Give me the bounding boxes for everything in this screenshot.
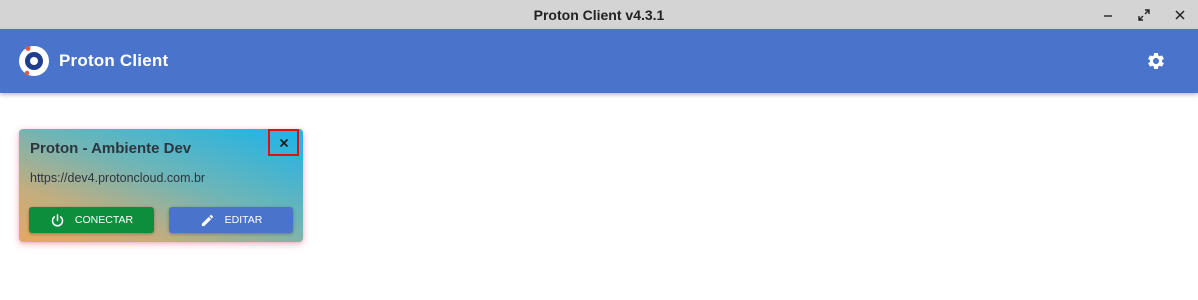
close-icon xyxy=(279,138,288,147)
edit-button-label: EDITAR xyxy=(224,214,263,226)
app-header: Proton Client xyxy=(0,29,1198,93)
window-titlebar: Proton Client v4.3.1 xyxy=(0,0,1198,29)
window-title: Proton Client v4.3.1 xyxy=(533,6,665,23)
window-controls xyxy=(1090,0,1198,29)
settings-button[interactable] xyxy=(1142,47,1170,75)
edit-button[interactable]: EDITAR xyxy=(169,207,293,233)
maximize-icon xyxy=(1138,8,1150,21)
maximize-button[interactable] xyxy=(1126,0,1162,29)
connection-title: Proton - Ambiente Dev xyxy=(30,140,192,157)
minimize-button[interactable] xyxy=(1090,0,1126,29)
connect-button[interactable]: CONECTAR xyxy=(29,207,154,233)
app-title: Proton Client xyxy=(59,51,169,70)
gear-icon xyxy=(1148,52,1164,69)
close-icon xyxy=(1175,9,1185,20)
connection-url: https://dev4.protoncloud.com.br xyxy=(30,171,206,185)
connection-card: Proton - Ambiente Dev https://dev4.proto… xyxy=(19,129,303,242)
pencil-icon xyxy=(200,213,215,228)
proton-logo-icon xyxy=(19,46,49,76)
power-icon xyxy=(50,213,65,228)
minimize-icon xyxy=(1104,14,1112,17)
window-close-button[interactable] xyxy=(1162,0,1198,29)
connect-button-label: CONECTAR xyxy=(74,214,134,226)
remove-connection-button[interactable] xyxy=(268,129,299,156)
